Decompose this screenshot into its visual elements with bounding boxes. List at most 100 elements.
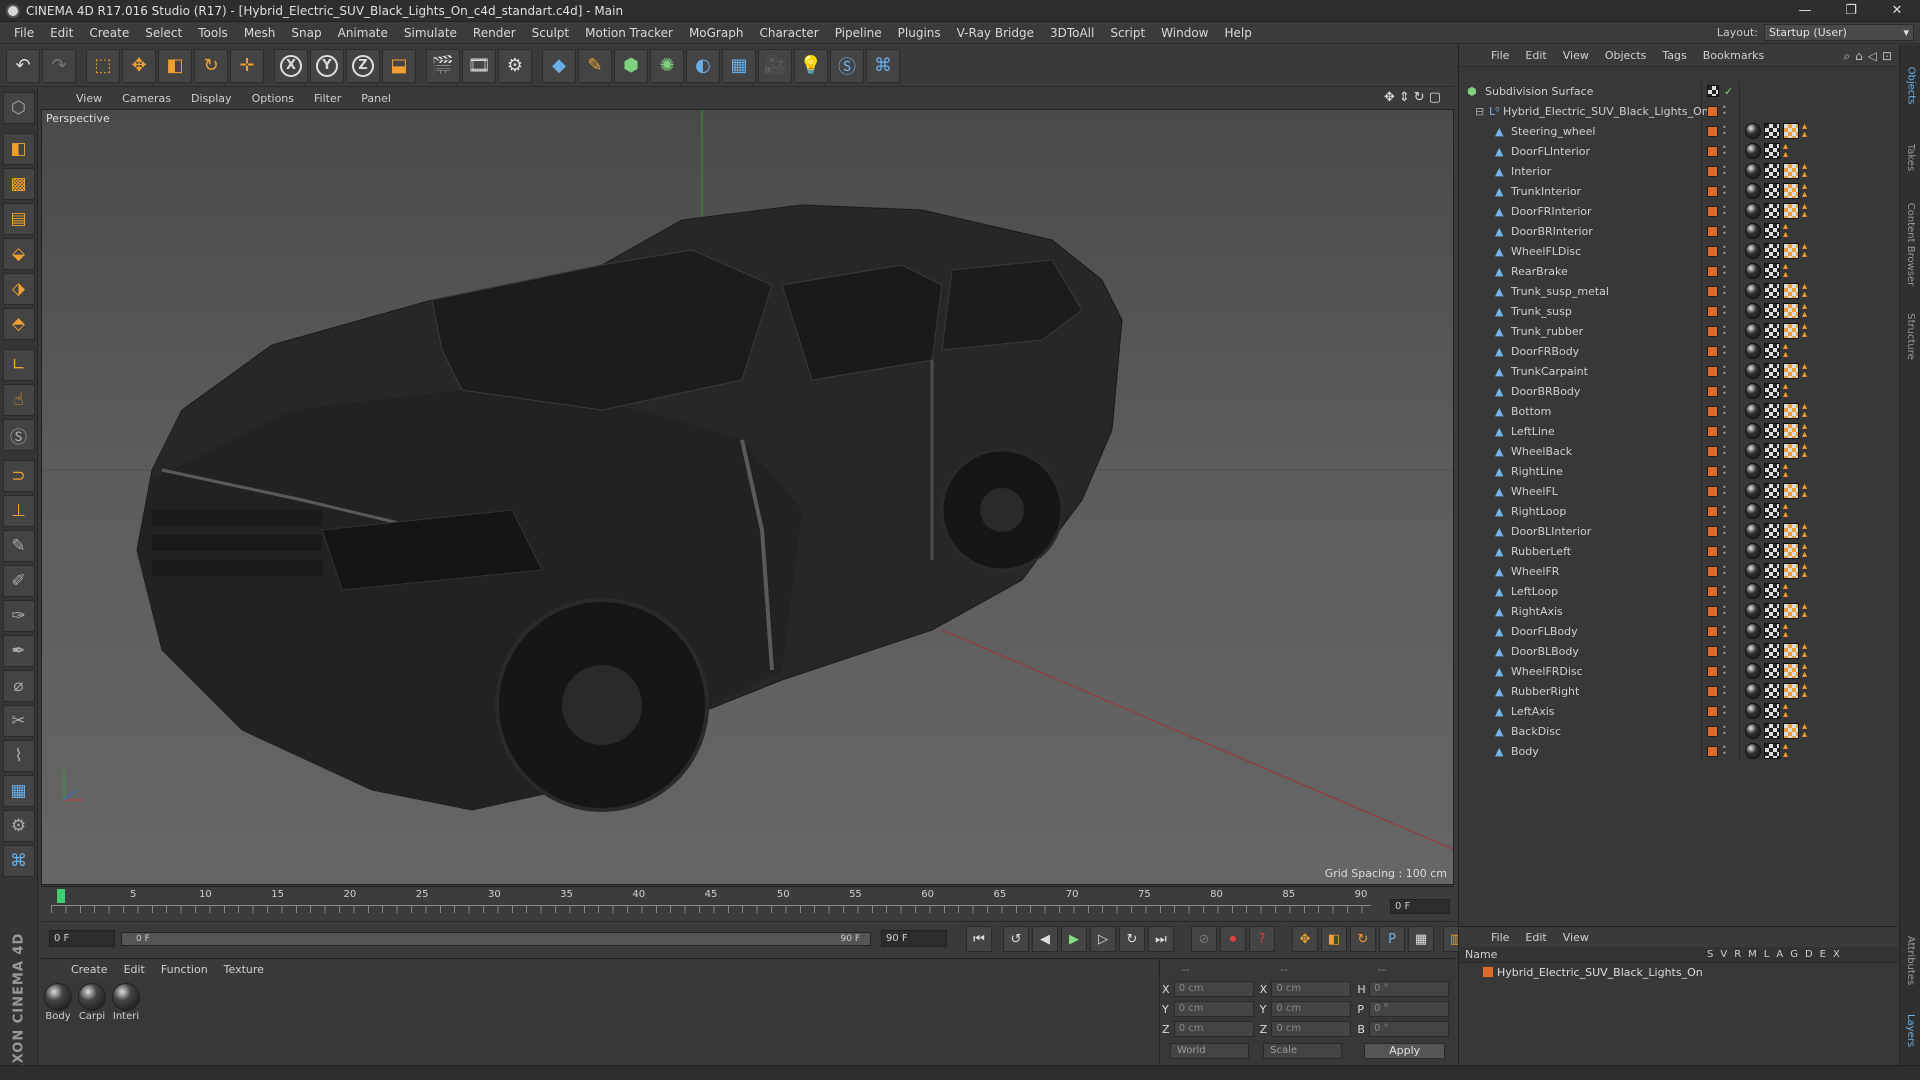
uvw-tag-icon[interactable] bbox=[1764, 503, 1780, 519]
material-menu-edit[interactable]: Edit bbox=[116, 963, 153, 976]
uvw-tag-icon[interactable] bbox=[1764, 623, 1780, 639]
deformer-icon[interactable]: ◐ bbox=[686, 48, 720, 83]
array-icon[interactable]: ✺ bbox=[650, 48, 684, 83]
layer-color-icon[interactable] bbox=[1707, 665, 1718, 677]
texture-tag-icon[interactable] bbox=[1783, 643, 1799, 659]
goto-start-icon[interactable]: ⏮ bbox=[966, 926, 992, 952]
object-row-group[interactable]: ⊟ L⁰ Hybrid_Electric_SUV_Black_Lights_On… bbox=[1459, 101, 1899, 121]
menu-3dtoall[interactable]: 3DToAll bbox=[1042, 26, 1102, 40]
visibility-dots-icon[interactable]: • • bbox=[1722, 144, 1727, 158]
layer-color-icon[interactable] bbox=[1707, 245, 1718, 257]
object-row[interactable]: ▲ DoorBLInterior • • ▴ ▴ bbox=[1459, 521, 1899, 541]
bridge-tool-icon[interactable]: ⌇ bbox=[2, 740, 35, 772]
make-editable-icon[interactable]: ⬡ bbox=[2, 92, 35, 124]
visibility-dots-icon[interactable]: • • bbox=[1722, 304, 1727, 318]
layer-color-icon[interactable] bbox=[1707, 185, 1718, 197]
end-frame-field[interactable]: 90 F bbox=[881, 930, 947, 947]
viewport-zoom-icon[interactable]: ⇕ bbox=[1399, 90, 1410, 105]
size-y-field[interactable]: 0 cm bbox=[1271, 1001, 1352, 1017]
record-keys-icon[interactable]: ⊘ bbox=[1191, 926, 1217, 952]
points-mode-icon[interactable]: ⬙ bbox=[2, 238, 35, 270]
prev-key-icon[interactable]: ↺ bbox=[1003, 926, 1029, 952]
close-button[interactable]: ✕ bbox=[1874, 0, 1920, 22]
python-icon[interactable]: ⌘ bbox=[866, 48, 900, 83]
visibility-dots-icon[interactable]: • • bbox=[1722, 744, 1727, 758]
visibility-dots-icon[interactable]: • • bbox=[1722, 324, 1727, 338]
layer-color-icon[interactable] bbox=[1707, 545, 1718, 557]
phong-tag-icon[interactable] bbox=[1745, 483, 1761, 499]
selection-tag-icon[interactable]: ▴ ▴ bbox=[1783, 142, 1795, 160]
texture-tag-icon[interactable] bbox=[1783, 183, 1799, 199]
menu-snap[interactable]: Snap bbox=[283, 26, 329, 40]
vray-icon[interactable]: Ⓢ bbox=[830, 48, 864, 83]
uvw-tag-icon[interactable] bbox=[1764, 603, 1780, 619]
phong-tag-icon[interactable] bbox=[1745, 403, 1761, 419]
key-position-icon[interactable]: ✥ bbox=[1292, 926, 1318, 952]
layer-color-icon[interactable] bbox=[1707, 265, 1718, 277]
workplane-icon[interactable]: ⊥ bbox=[2, 495, 35, 527]
viewport-menu-view[interactable]: View bbox=[66, 92, 112, 105]
object-row[interactable]: ▲ Trunk_rubber • • ▴ ▴ bbox=[1459, 321, 1899, 341]
phong-tag-icon[interactable] bbox=[1745, 603, 1761, 619]
snap-icon[interactable]: ⊃ bbox=[2, 460, 35, 492]
menu-select[interactable]: Select bbox=[137, 26, 190, 40]
phong-tag-icon[interactable] bbox=[1745, 703, 1761, 719]
visibility-dots-icon[interactable]: • • bbox=[1722, 544, 1727, 558]
layout-dropdown[interactable]: Startup (User) bbox=[1764, 24, 1914, 41]
uvw-tag-icon[interactable] bbox=[1764, 223, 1780, 239]
floor-icon[interactable]: ▦ bbox=[722, 48, 756, 83]
frame-ruler[interactable]: 051015202530354045505560657075808590 bbox=[51, 889, 1391, 917]
rotation-b-field[interactable]: 0 ° bbox=[1369, 1021, 1450, 1037]
layer-color-icon[interactable] bbox=[1707, 285, 1718, 297]
menu-file[interactable]: File bbox=[6, 26, 42, 40]
phong-tag-icon[interactable] bbox=[1745, 383, 1761, 399]
selection-tag-icon[interactable]: ▴ ▴ bbox=[1802, 602, 1814, 620]
phong-tag-icon[interactable] bbox=[1745, 363, 1761, 379]
texture-tag-icon[interactable] bbox=[1783, 683, 1799, 699]
3d-viewport[interactable]: Perspective Grid Spacing : 100 cm bbox=[41, 109, 1454, 885]
visibility-dots-icon[interactable]: • • bbox=[1722, 604, 1727, 618]
object-row[interactable]: ▲ LeftLine • • ▴ ▴ bbox=[1459, 421, 1899, 441]
selection-tag-icon[interactable]: ▴ ▴ bbox=[1802, 122, 1814, 140]
visibility-dots-icon[interactable]: • • bbox=[1722, 464, 1727, 478]
om-menu-file[interactable]: File bbox=[1483, 49, 1517, 62]
visibility-dots-icon[interactable]: • • bbox=[1722, 724, 1727, 738]
menu-edit[interactable]: Edit bbox=[42, 26, 81, 40]
tweak-mode-icon[interactable]: ☝ bbox=[2, 384, 35, 416]
menu-create[interactable]: Create bbox=[81, 26, 137, 40]
selection-tag-icon[interactable]: ▴ ▴ bbox=[1802, 322, 1814, 340]
enabled-check-icon[interactable] bbox=[1707, 85, 1719, 97]
object-row[interactable]: ▲ DoorFLBody • • ▴ ▴ bbox=[1459, 621, 1899, 641]
preview-range-slider[interactable]: 0 F 90 F bbox=[121, 932, 871, 946]
tab-takes[interactable]: Takes bbox=[1900, 127, 1920, 187]
playhead[interactable] bbox=[57, 889, 65, 903]
visibility-dots-icon[interactable]: • • bbox=[1722, 284, 1727, 298]
selection-tag-icon[interactable]: ▴ ▴ bbox=[1783, 582, 1795, 600]
object-row[interactable]: ▲ RubberRight • • ▴ ▴ bbox=[1459, 681, 1899, 701]
phong-tag-icon[interactable] bbox=[1745, 623, 1761, 639]
solo-icon[interactable]: Ⓢ bbox=[2, 419, 35, 451]
uvw-tag-icon[interactable] bbox=[1764, 383, 1780, 399]
viewport-move-icon[interactable]: ✥ bbox=[1384, 90, 1395, 105]
om-menu-bookmarks[interactable]: Bookmarks bbox=[1695, 49, 1772, 62]
phong-tag-icon[interactable] bbox=[1745, 663, 1761, 679]
layer-color-icon[interactable] bbox=[1707, 325, 1718, 337]
uvw-tag-icon[interactable] bbox=[1764, 523, 1780, 539]
phong-tag-icon[interactable] bbox=[1745, 123, 1761, 139]
layer-color-icon[interactable] bbox=[1707, 645, 1718, 657]
selection-tag-icon[interactable]: ▴ ▴ bbox=[1783, 702, 1795, 720]
material-menu-create[interactable]: Create bbox=[63, 963, 116, 976]
uvw-tag-icon[interactable] bbox=[1764, 203, 1780, 219]
object-row[interactable]: ▲ WheelFRDisc • • ▴ ▴ bbox=[1459, 661, 1899, 681]
check-icon[interactable]: ✓ bbox=[1724, 85, 1733, 98]
menu-mesh[interactable]: Mesh bbox=[236, 26, 284, 40]
layer-color-icon[interactable] bbox=[1707, 585, 1718, 597]
selection-tag-icon[interactable]: ▴ ▴ bbox=[1783, 622, 1795, 640]
selection-tag-icon[interactable]: ▴ ▴ bbox=[1802, 402, 1814, 420]
selection-tag-icon[interactable]: ▴ ▴ bbox=[1783, 222, 1795, 240]
uvw-tag-icon[interactable] bbox=[1764, 663, 1780, 679]
object-row[interactable]: ▲ WheelBack • • ▴ ▴ bbox=[1459, 441, 1899, 461]
python-script-icon[interactable]: ⌘ bbox=[2, 845, 35, 877]
layer-color-icon[interactable] bbox=[1707, 505, 1718, 517]
cube-icon[interactable]: ◆ bbox=[542, 48, 576, 83]
